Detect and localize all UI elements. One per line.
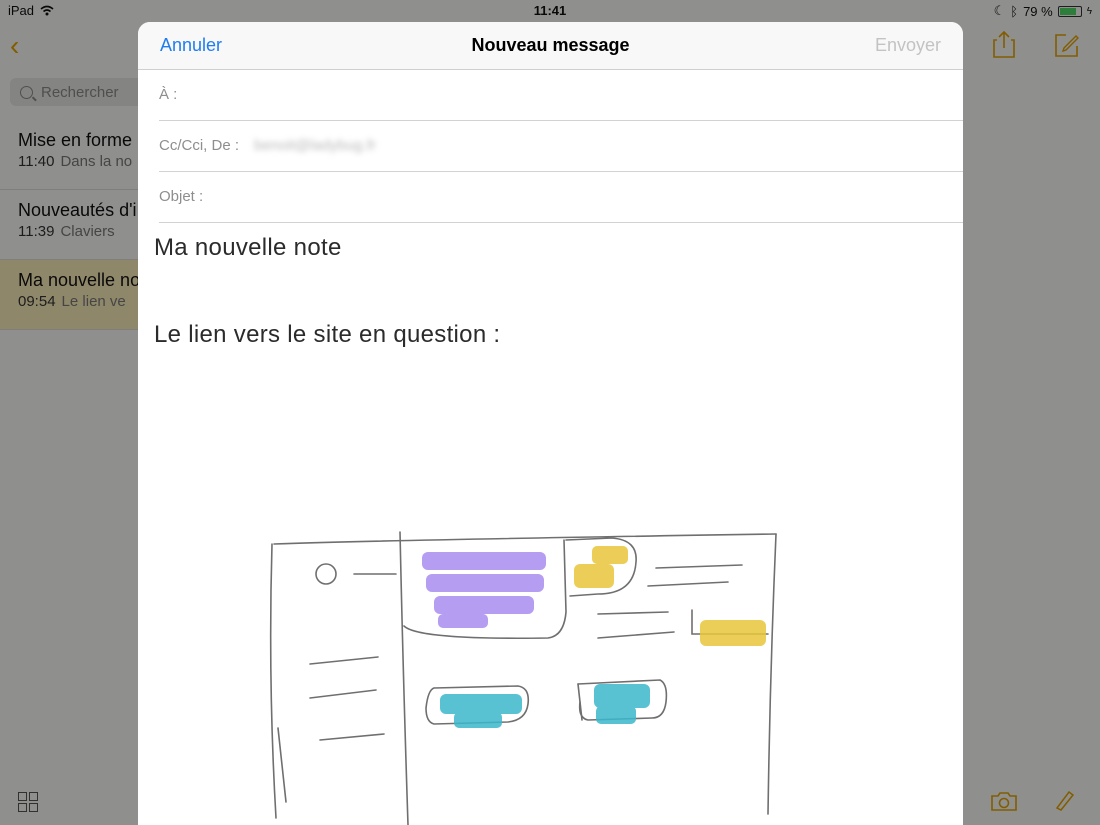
compose-sheet: Annuler Nouveau message Envoyer À : Cc/C… bbox=[138, 22, 963, 825]
to-field[interactable]: À : bbox=[159, 70, 963, 121]
compose-nav-bar: Annuler Nouveau message Envoyer bbox=[138, 22, 963, 70]
body-line-2[interactable]: Le lien vers le site en question : bbox=[154, 321, 500, 349]
from-address: benoit@ladybug.fr bbox=[254, 137, 376, 154]
subject-label: Objet : bbox=[159, 188, 204, 205]
compose-title: Nouveau message bbox=[471, 35, 630, 55]
cc-from-label: Cc/Cci, De : bbox=[159, 137, 240, 154]
cc-from-field[interactable]: Cc/Cci, De : benoit@ladybug.fr bbox=[159, 121, 963, 172]
to-label: À : bbox=[159, 86, 178, 103]
send-button[interactable]: Envoyer bbox=[875, 35, 941, 56]
subject-field[interactable]: Objet : bbox=[159, 172, 963, 223]
body-line-1[interactable]: Ma nouvelle note bbox=[154, 234, 342, 262]
wireframe-sketch-image bbox=[269, 531, 777, 825]
